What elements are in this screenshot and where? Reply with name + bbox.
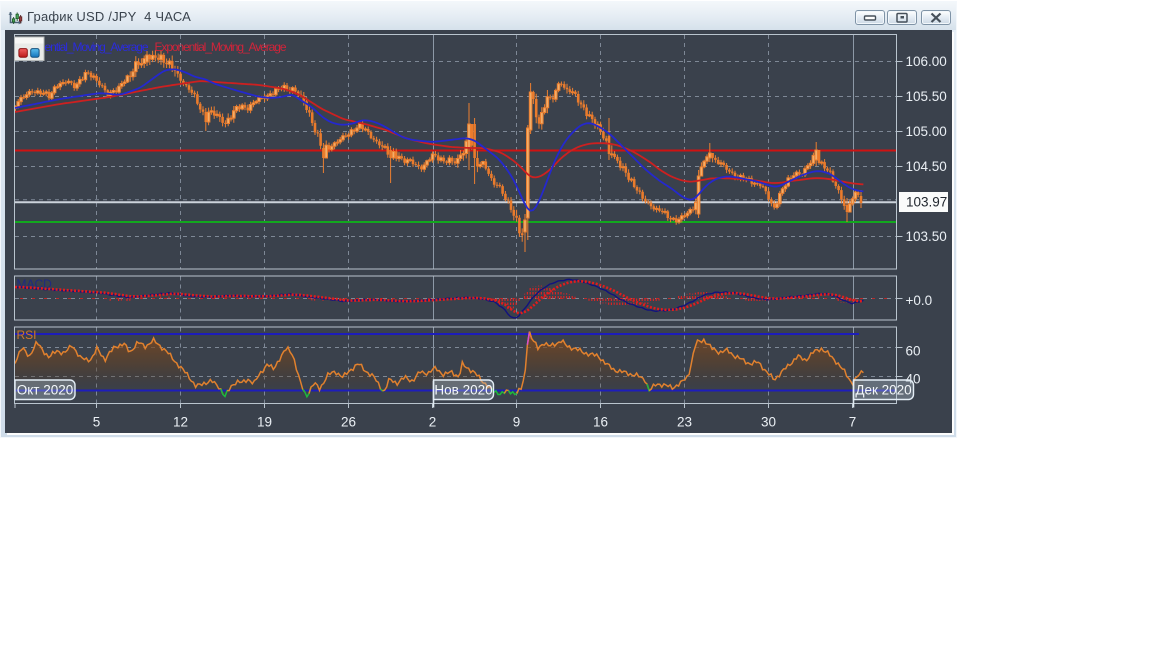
svg-text:Exponential_Moving_Average: Exponential_Moving_Average bbox=[155, 40, 287, 54]
svg-text:30: 30 bbox=[761, 415, 776, 430]
svg-text:Окт 2020: Окт 2020 bbox=[17, 383, 74, 398]
svg-text:12: 12 bbox=[173, 415, 188, 430]
svg-text:105.00: 105.00 bbox=[906, 124, 947, 139]
svg-text:26: 26 bbox=[341, 415, 356, 430]
svg-text:RSI: RSI bbox=[17, 328, 37, 342]
svg-text:19: 19 bbox=[257, 415, 272, 430]
svg-text:105.50: 105.50 bbox=[906, 89, 947, 104]
svg-text:103.97: 103.97 bbox=[906, 195, 947, 210]
svg-text:23: 23 bbox=[677, 415, 692, 430]
svg-text:7: 7 bbox=[849, 415, 857, 430]
svg-text:+0.0: +0.0 bbox=[906, 293, 933, 308]
svg-text:103.50: 103.50 bbox=[906, 229, 947, 244]
svg-text:16: 16 bbox=[593, 415, 608, 430]
svg-text:106.00: 106.00 bbox=[906, 54, 947, 69]
svg-text:9: 9 bbox=[513, 415, 521, 430]
svg-text:104.50: 104.50 bbox=[906, 159, 947, 174]
svg-text:ential_Moving_Average: ential_Moving_Average bbox=[45, 40, 149, 54]
svg-text:Нов 2020: Нов 2020 bbox=[434, 383, 492, 398]
svg-text:5: 5 bbox=[93, 415, 101, 430]
svg-text:2: 2 bbox=[429, 415, 437, 430]
svg-text:60: 60 bbox=[906, 344, 921, 359]
svg-text:Дек 2020: Дек 2020 bbox=[855, 383, 911, 398]
